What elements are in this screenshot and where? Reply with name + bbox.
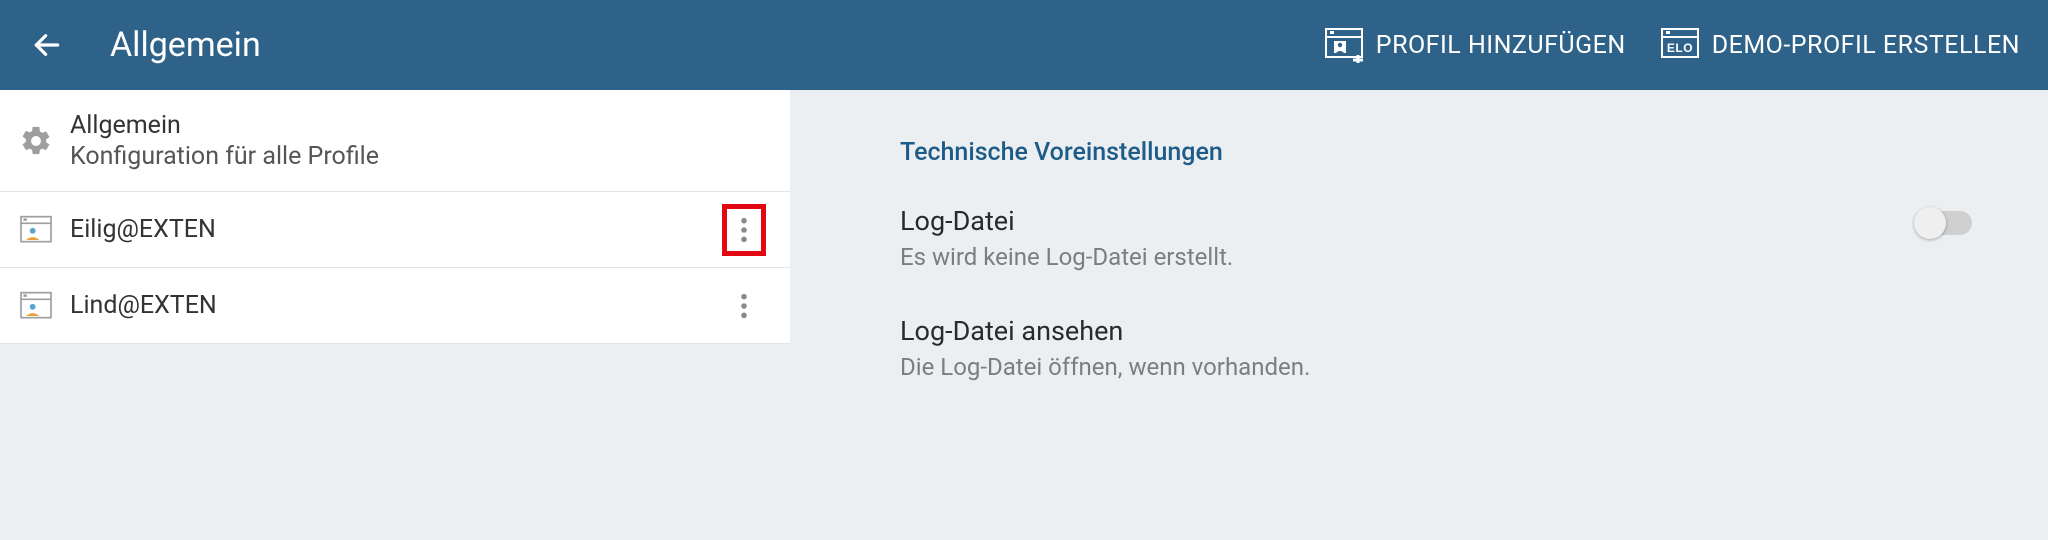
- profile-item-texts: Eilig@EXTEN: [70, 215, 722, 244]
- profile-item-lind[interactable]: Lind@EXTEN: [0, 268, 790, 344]
- profile-menu-button[interactable]: [722, 280, 766, 332]
- setting-title: Log-Datei ansehen: [900, 315, 1972, 347]
- setting-texts: Log-Datei Es wird keine Log-Datei erstel…: [900, 205, 1916, 271]
- setting-title: Log-Datei: [900, 205, 1916, 237]
- back-button[interactable]: [28, 26, 66, 64]
- profile-icon: [18, 288, 54, 324]
- general-item-title: Allgemein: [70, 111, 766, 140]
- add-profile-button[interactable]: PROFIL HINZUFÜGEN: [1324, 27, 1626, 63]
- create-demo-profile-button[interactable]: ELO DEMO-PROFIL ERSTELLEN: [1660, 27, 2020, 63]
- gear-icon: [18, 123, 54, 159]
- setting-texts: Log-Datei ansehen Die Log-Datei öffnen, …: [900, 315, 1972, 381]
- general-item-texts: Allgemein Konfiguration für alle Profile: [70, 111, 766, 171]
- elo-icon: ELO: [1660, 27, 1700, 63]
- svg-text:ELO: ELO: [1667, 41, 1693, 55]
- setting-log-file[interactable]: Log-Datei Es wird keine Log-Datei erstel…: [900, 205, 2008, 271]
- setting-subtitle: Es wird keine Log-Datei erstellt.: [900, 243, 1916, 271]
- add-profile-icon: [1324, 27, 1364, 63]
- page-title: Allgemein: [110, 25, 1324, 65]
- general-settings-item[interactable]: Allgemein Konfiguration für alle Profile: [0, 90, 790, 192]
- add-profile-label: PROFIL HINZUFÜGEN: [1376, 31, 1626, 60]
- arrow-left-icon: [31, 29, 63, 61]
- switch-thumb: [1914, 207, 1946, 239]
- profile-name: Eilig@EXTEN: [70, 215, 722, 244]
- create-demo-label: DEMO-PROFIL ERSTELLEN: [1712, 31, 2020, 60]
- section-header: Technische Voreinstellungen: [900, 138, 2008, 167]
- general-item-subtitle: Konfiguration für alle Profile: [70, 142, 766, 171]
- app-bar: Allgemein PROFIL HINZUFÜGEN: [0, 0, 2048, 90]
- profile-menu-button[interactable]: [722, 204, 766, 256]
- more-vert-icon: [740, 216, 748, 244]
- setting-subtitle: Die Log-Datei öffnen, wenn vorhanden.: [900, 353, 1972, 381]
- profile-name: Lind@EXTEN: [70, 291, 722, 320]
- profile-item-eilig[interactable]: Eilig@EXTEN: [0, 192, 790, 268]
- log-file-toggle[interactable]: [1916, 211, 1972, 235]
- profile-icon: [18, 212, 54, 248]
- settings-panel: Technische Voreinstellungen Log-Datei Es…: [790, 90, 2048, 540]
- setting-view-log[interactable]: Log-Datei ansehen Die Log-Datei öffnen, …: [900, 315, 2008, 381]
- profiles-panel: Allgemein Konfiguration für alle Profile…: [0, 90, 790, 540]
- content-area: Allgemein Konfiguration für alle Profile…: [0, 90, 2048, 540]
- profile-item-texts: Lind@EXTEN: [70, 291, 722, 320]
- appbar-actions: PROFIL HINZUFÜGEN ELO DEMO-PROFIL ERSTEL…: [1324, 27, 2020, 63]
- more-vert-icon: [740, 292, 748, 320]
